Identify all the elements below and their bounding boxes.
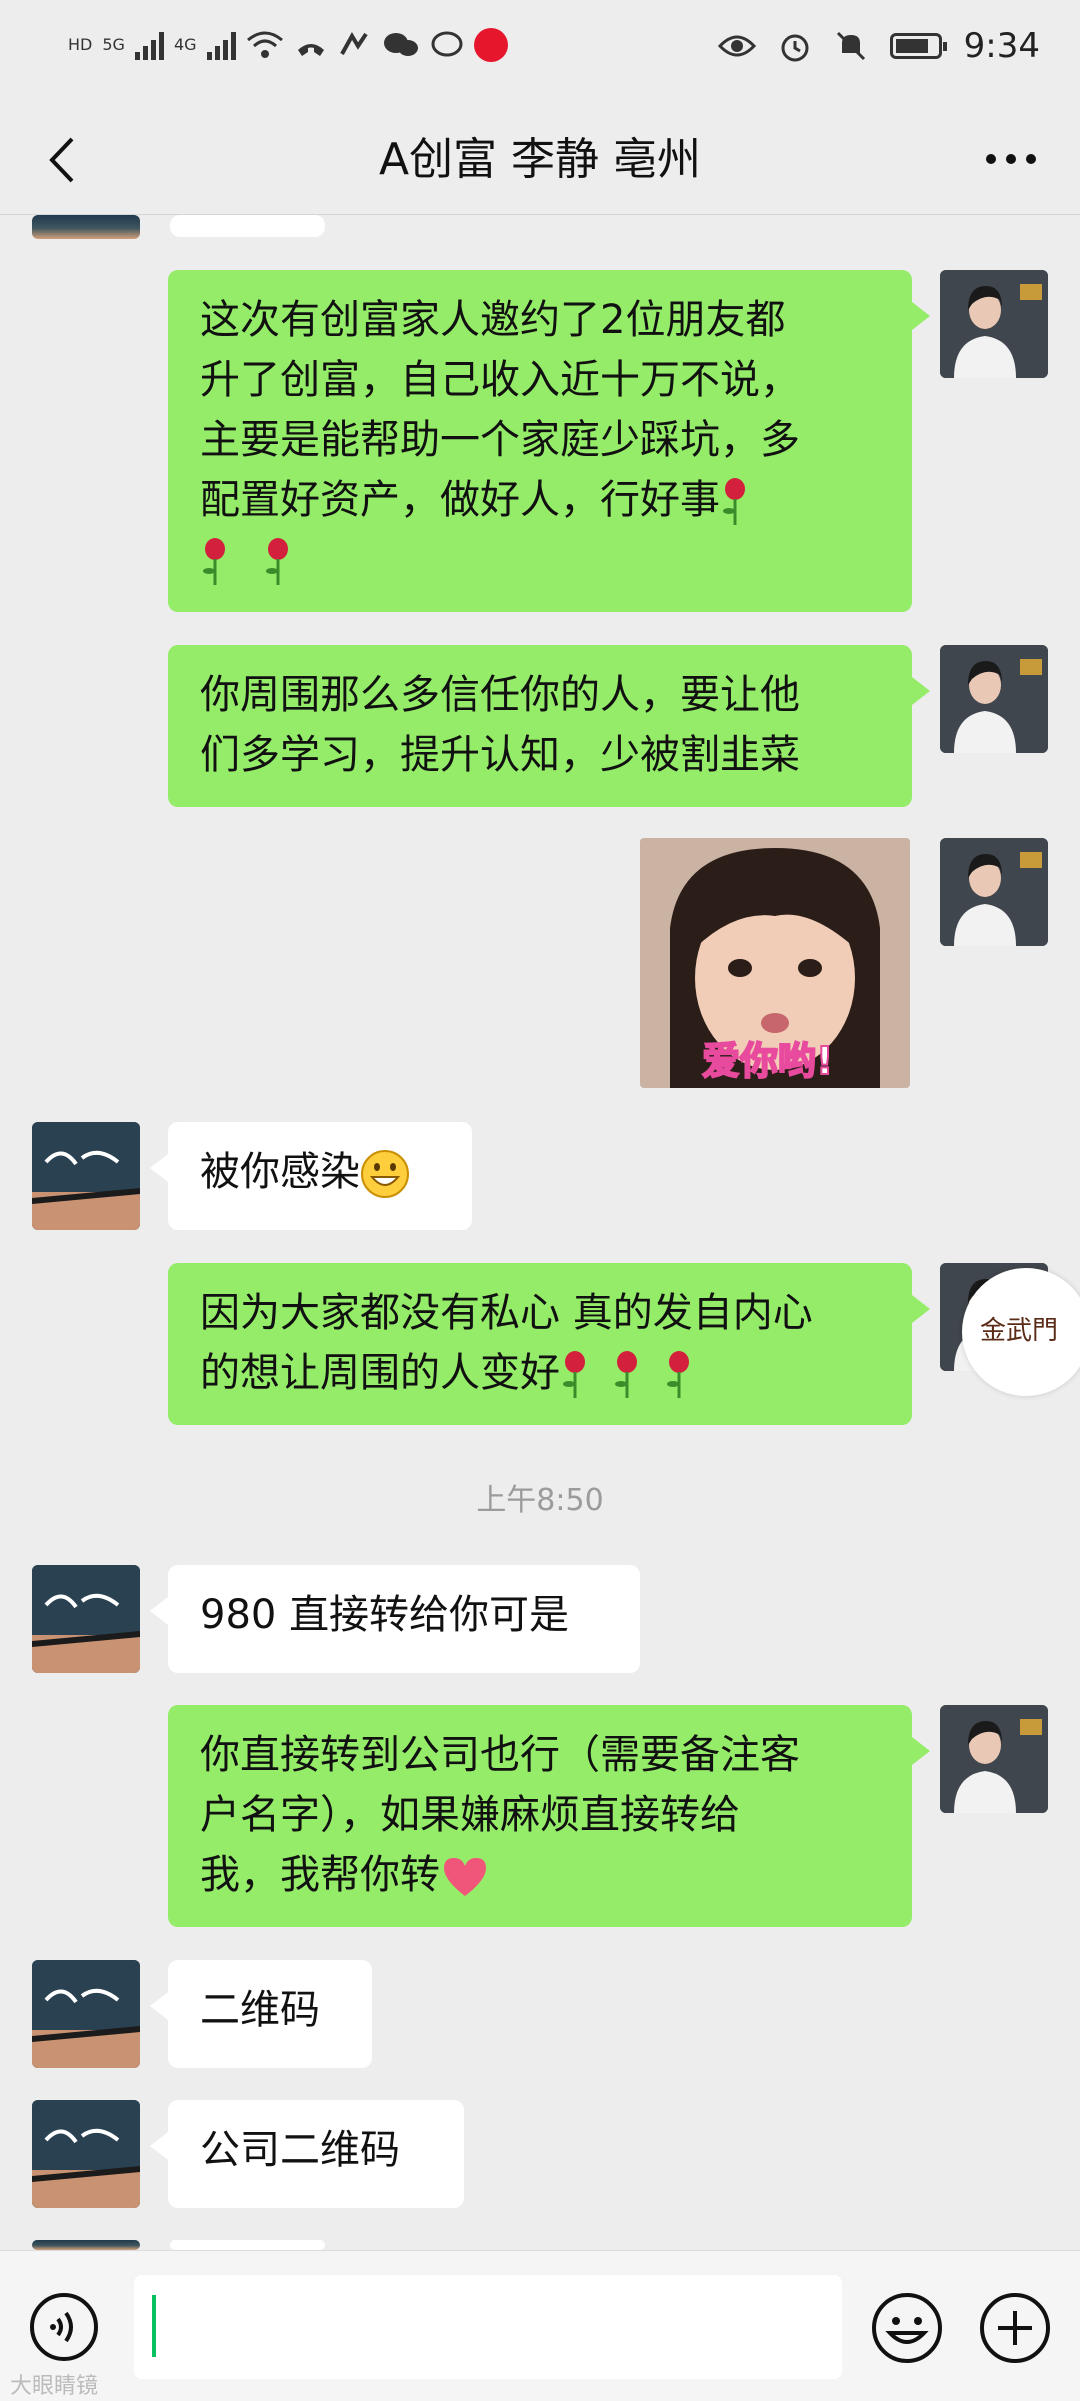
rose-emoji-icon	[203, 538, 225, 585]
avatar-portrait-icon	[940, 1705, 1048, 1813]
avatar-other[interactable]	[32, 1122, 140, 1230]
message-text: 被你感染	[200, 1149, 360, 1195]
avatar-bridge-icon	[32, 1122, 140, 1230]
avatar-portrait-icon	[940, 645, 1048, 753]
watermark-text: 金武門	[980, 1316, 1059, 1346]
avatar-other[interactable]	[32, 2100, 140, 2208]
emoji-icon[interactable]	[870, 2291, 944, 2365]
avatar-bridge-icon	[32, 2100, 140, 2208]
message-text: 980 直接转给你可是	[200, 1592, 570, 1638]
avatar-bridge-icon	[32, 1960, 140, 2068]
network-4g: 4G	[173, 35, 197, 54]
chat-icon	[431, 31, 463, 57]
status-right: 9:34	[717, 26, 1040, 66]
message-text: 二维码	[200, 1987, 320, 2033]
grin-emoji-icon	[361, 1150, 409, 1198]
status-time: 9:34	[963, 26, 1040, 66]
avatar-me[interactable]	[940, 1705, 1048, 1813]
wechat-icon	[383, 33, 418, 56]
signal-icon-2	[206, 30, 236, 60]
message-line: 户名字），如果嫌麻烦直接转给	[200, 1792, 740, 1838]
chat-title: A创富 李静 亳州	[378, 134, 702, 185]
plus-icon[interactable]	[978, 2291, 1052, 2365]
hd-badge: HD	[68, 35, 93, 54]
message-line	[200, 530, 880, 590]
message-bubble-incoming[interactable]: 二维码	[150, 1960, 372, 2068]
chat-header: A创富 李静 亳州	[0, 105, 1080, 215]
avatar-me[interactable]	[940, 270, 1048, 378]
message-bubble-incoming[interactable]: 被你感染	[150, 1122, 472, 1230]
message-line: 升了创富，自己收入近十万不说，	[200, 357, 800, 403]
input-bar	[0, 2250, 1080, 2401]
chat-timestamp: 上午8:50	[476, 1483, 604, 1518]
message-text: 公司二维码	[200, 2127, 400, 2173]
message-line: 因为大家都没有私心 真的发自内心	[200, 1290, 813, 1336]
rose-emoji-icon	[265, 538, 288, 585]
app-icon	[339, 32, 368, 55]
message-line: 你周围那么多信任你的人，要让他	[200, 672, 800, 718]
message-line: 我，我帮你转	[200, 1845, 880, 1905]
bottom-watermark: 大眼睛镜	[10, 2374, 99, 2399]
text-cursor	[152, 2295, 156, 2357]
message-line: 主要是能帮助一个家庭少踩坑，多	[200, 417, 800, 463]
message-bubble-outgoing[interactable]: 你周围那么多信任你的人，要让他 们多学习，提升认知，少被割韭菜	[168, 645, 930, 807]
message-line: 的想让周围的人变好	[200, 1343, 880, 1403]
rose-emoji-icon	[667, 1351, 689, 1398]
partial-bubble-top	[170, 215, 325, 237]
network-5g: 5G	[102, 35, 125, 54]
avatar-me[interactable]	[940, 838, 1048, 946]
message-bubble-incoming[interactable]: 980 直接转给你可是	[150, 1565, 640, 1673]
missed-call-icon	[297, 44, 324, 56]
heart-emoji-icon	[444, 1858, 486, 1896]
partial-bubble-bottom	[170, 2240, 325, 2250]
rose-emoji-icon	[563, 1351, 585, 1398]
message-bubble-outgoing[interactable]: 你直接转到公司也行（需要备注客 户名字），如果嫌麻烦直接转给 我，我帮你转	[168, 1705, 930, 1927]
avatar-other[interactable]	[32, 1565, 140, 1673]
message-bubble-incoming[interactable]: 公司二维码	[150, 2100, 464, 2208]
avatar-portrait-icon	[940, 838, 1048, 946]
message-bubble-outgoing[interactable]: 因为大家都没有私心 真的发自内心 的想让周围的人变好	[168, 1263, 930, 1425]
avatar-bridge-icon	[32, 1565, 140, 1673]
signal-icon	[134, 30, 164, 60]
message-line: 你直接转到公司也行（需要备注客	[200, 1732, 800, 1778]
message-line: 配置好资产，做好人，行好事	[200, 470, 880, 530]
status-bar: HD 5G 4G 9:34	[0, 0, 1080, 105]
wifi-icon	[246, 31, 283, 58]
avatar-portrait-icon	[940, 270, 1048, 378]
partial-avatar-bottom	[32, 2240, 140, 2250]
alarm-icon	[781, 34, 809, 62]
avatar-me[interactable]	[940, 645, 1048, 753]
message-line: 这次有创富家人邀约了2位朋友都	[200, 297, 786, 343]
message-input[interactable]	[134, 2275, 842, 2379]
mute-icon	[836, 31, 865, 61]
partial-avatar-top	[32, 215, 140, 239]
watermark-logo: 金武門	[962, 1268, 1080, 1396]
header-divider	[0, 214, 1080, 215]
voice-icon[interactable]	[28, 2291, 100, 2363]
rose-emoji-icon	[723, 478, 745, 525]
battery-icon	[889, 33, 947, 59]
more-dots-icon[interactable]	[976, 129, 1046, 189]
weibo-icon	[473, 28, 508, 62]
message-bubble-outgoing[interactable]: 这次有创富家人邀约了2位朋友都 升了创富，自己收入近十万不说， 主要是能帮助一个…	[168, 270, 930, 612]
sticker-caption: 爱你哟!	[701, 1038, 834, 1084]
avatar-other[interactable]	[32, 1960, 140, 2068]
message-line: 们多学习，提升认知，少被割韭菜	[200, 732, 800, 778]
sticker-image[interactable]: 爱你哟!	[640, 838, 910, 1088]
rose-emoji-icon	[615, 1351, 637, 1398]
eye-icon	[717, 35, 756, 57]
status-left: HD 5G 4G	[68, 28, 508, 62]
